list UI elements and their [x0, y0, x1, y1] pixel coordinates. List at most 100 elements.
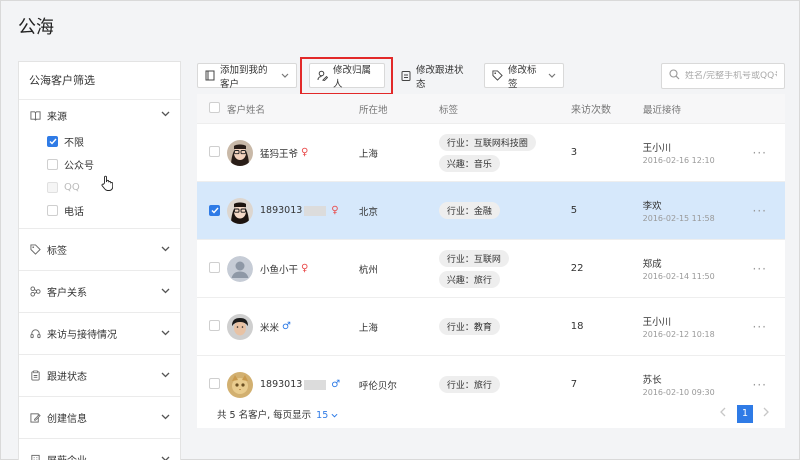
tag-chip: 兴趣：音乐: [438, 154, 500, 172]
customer-location: 北京: [358, 206, 378, 218]
filter-group-relation-header[interactable]: 客户关系: [19, 271, 180, 312]
prev-page-icon[interactable]: [719, 407, 726, 420]
chevron-down-icon: [161, 110, 170, 120]
row-checkbox-checked[interactable]: [209, 205, 220, 216]
source-option-wechat[interactable]: 公众号: [19, 153, 180, 176]
book-icon: [29, 109, 41, 121]
row-checkbox[interactable]: [209, 261, 220, 273]
more-icon[interactable]: ···: [753, 320, 785, 334]
clipboard-icon: [401, 70, 411, 81]
headset-icon: [29, 328, 41, 340]
filter-group-follow-status-header[interactable]: 跟进状态: [19, 355, 180, 396]
filter-group-created: 创建信息: [19, 397, 180, 439]
recent-host: 王小川: [642, 143, 672, 154]
source-option-qq: QQ: [19, 176, 180, 199]
page-size-select[interactable]: 15: [316, 410, 338, 421]
chevron-down-icon: [161, 413, 170, 423]
current-page-button[interactable]: 1: [737, 405, 753, 423]
masked-digits: [304, 205, 327, 216]
recent-host: 郑成: [642, 259, 662, 270]
edit-icon: [29, 412, 41, 424]
filter-group-blocked-header[interactable]: 屏蔽企业: [19, 439, 180, 460]
avatar: [226, 371, 253, 398]
hand-cursor-icon: [101, 175, 114, 194]
filter-group-tags-header[interactable]: 标签: [19, 229, 180, 270]
relation-icon: [29, 286, 41, 298]
header-visits: 来访次数: [571, 105, 611, 116]
change-follow-status-button[interactable]: 修改跟进状态: [393, 63, 475, 90]
chevron-down-icon: [281, 71, 289, 80]
chevron-down-icon: [161, 287, 170, 297]
filter-group-blocked: 屏蔽企业: [19, 439, 180, 460]
table-row[interactable]: 米米 ♂ 上海 行业：教育 18 王小川 2016-02-12 10:18 ··…: [197, 298, 785, 356]
tag-chip: 行业：金融: [438, 202, 500, 219]
more-icon[interactable]: ···: [753, 204, 785, 218]
filter-group-visits-header[interactable]: 来访与接待情况: [19, 313, 180, 354]
search-box[interactable]: [661, 63, 785, 89]
gender-female-icon: ♀: [301, 147, 309, 158]
add-to-my-customers-button[interactable]: 添加到我的客户: [197, 63, 297, 90]
header-recent: 最近接待: [643, 104, 682, 116]
table-row[interactable]: 猛犸王爷 ♀ 上海 行业：互联网科技圈 兴趣：音乐 3 王小川 2016-02-…: [197, 124, 785, 182]
gender-female-icon: ♀: [301, 263, 309, 274]
checkbox[interactable]: [47, 205, 58, 216]
header-tags: 标签: [439, 104, 459, 116]
row-checkbox[interactable]: [209, 145, 220, 157]
book-icon: [205, 70, 215, 81]
customer-name: 1893013: [259, 205, 303, 216]
customer-location: 呼伦贝尔: [358, 380, 397, 392]
checkbox-disabled: [47, 182, 58, 193]
change-tags-button[interactable]: 修改标签: [484, 63, 564, 90]
filter-sidebar: 公海客户筛选 来源 不限 公众号 QQ 电话 标签 客户关系 来访与接待情况 跟…: [18, 61, 181, 460]
chevron-down-icon: [161, 455, 170, 460]
filter-group-tags: 标签: [19, 229, 180, 271]
filter-group-label: 创建信息: [47, 414, 87, 425]
row-checkbox[interactable]: [209, 319, 220, 331]
sidebar-title: 公海客户筛选: [19, 62, 180, 100]
change-follow-status-label: 修改跟进状态: [416, 64, 464, 90]
building-icon: [29, 454, 41, 460]
main-content: 添加到我的客户 修改归属人 修改跟进状态 修改标签 姓名/完整手机号或QQ号 客…: [197, 57, 785, 435]
more-icon[interactable]: ···: [753, 378, 785, 392]
header-name: 客户姓名: [227, 104, 266, 116]
customer-name: 1893013: [259, 379, 303, 390]
filter-group-visits: 来访与接待情况: [19, 313, 180, 355]
recent-time: 2016-02-15 11:58: [642, 214, 715, 223]
visit-count: 22: [570, 263, 584, 274]
gender-male-icon: ♂: [331, 379, 341, 390]
customer-location: 上海: [358, 148, 378, 160]
add-to-my-customers-label: 添加到我的客户: [220, 64, 268, 90]
change-owner-button[interactable]: 修改归属人: [309, 63, 385, 90]
pagination-summary: 共 5 名客户, 每页显示 15: [217, 407, 338, 421]
tag-icon: [492, 70, 503, 81]
select-all-checkbox[interactable]: [209, 101, 220, 113]
table-row[interactable]: 小鱼小干 ♀ 杭州 行业：互联网 兴趣：旅行 22 郑成 2016-02-14 …: [197, 240, 785, 298]
toolbar: 添加到我的客户 修改归属人 修改跟进状态 修改标签: [197, 57, 785, 95]
more-icon[interactable]: ···: [753, 262, 785, 276]
source-option-phone[interactable]: 电话: [19, 199, 180, 222]
filter-group-label: 屏蔽企业: [47, 452, 161, 460]
table-row-selected[interactable]: 1893013 ♀ 北京 行业：金融 5 李欢 2016-02-15 11:58…: [197, 182, 785, 240]
avatar-placeholder-icon: [226, 255, 253, 282]
more-icon[interactable]: ···: [753, 146, 785, 160]
next-page-icon[interactable]: [763, 407, 770, 420]
filter-group-label: 来源: [47, 111, 67, 123]
gender-female-icon: ♀: [331, 205, 339, 216]
page-size-value: 15: [316, 410, 329, 421]
row-checkbox[interactable]: [209, 377, 220, 389]
tag-chip: 行业：教育: [438, 318, 500, 335]
search-input[interactable]: [685, 71, 777, 81]
checkbox[interactable]: [47, 159, 58, 170]
source-option-unlimited[interactable]: 不限: [19, 130, 180, 153]
search-icon: [669, 69, 680, 83]
clipboard-icon: [29, 370, 41, 382]
filter-group-created-header[interactable]: 创建信息: [19, 397, 180, 438]
filter-group-label: 标签: [47, 246, 67, 257]
filter-group-source-header[interactable]: 来源: [19, 100, 180, 130]
header-location: 所在地: [359, 104, 388, 116]
option-label: 公众号: [64, 161, 94, 172]
avatar: [226, 139, 253, 166]
checkbox-checked[interactable]: [47, 136, 58, 147]
change-owner-label: 修改归属人: [333, 64, 372, 90]
change-tags-label: 修改标签: [508, 64, 537, 90]
